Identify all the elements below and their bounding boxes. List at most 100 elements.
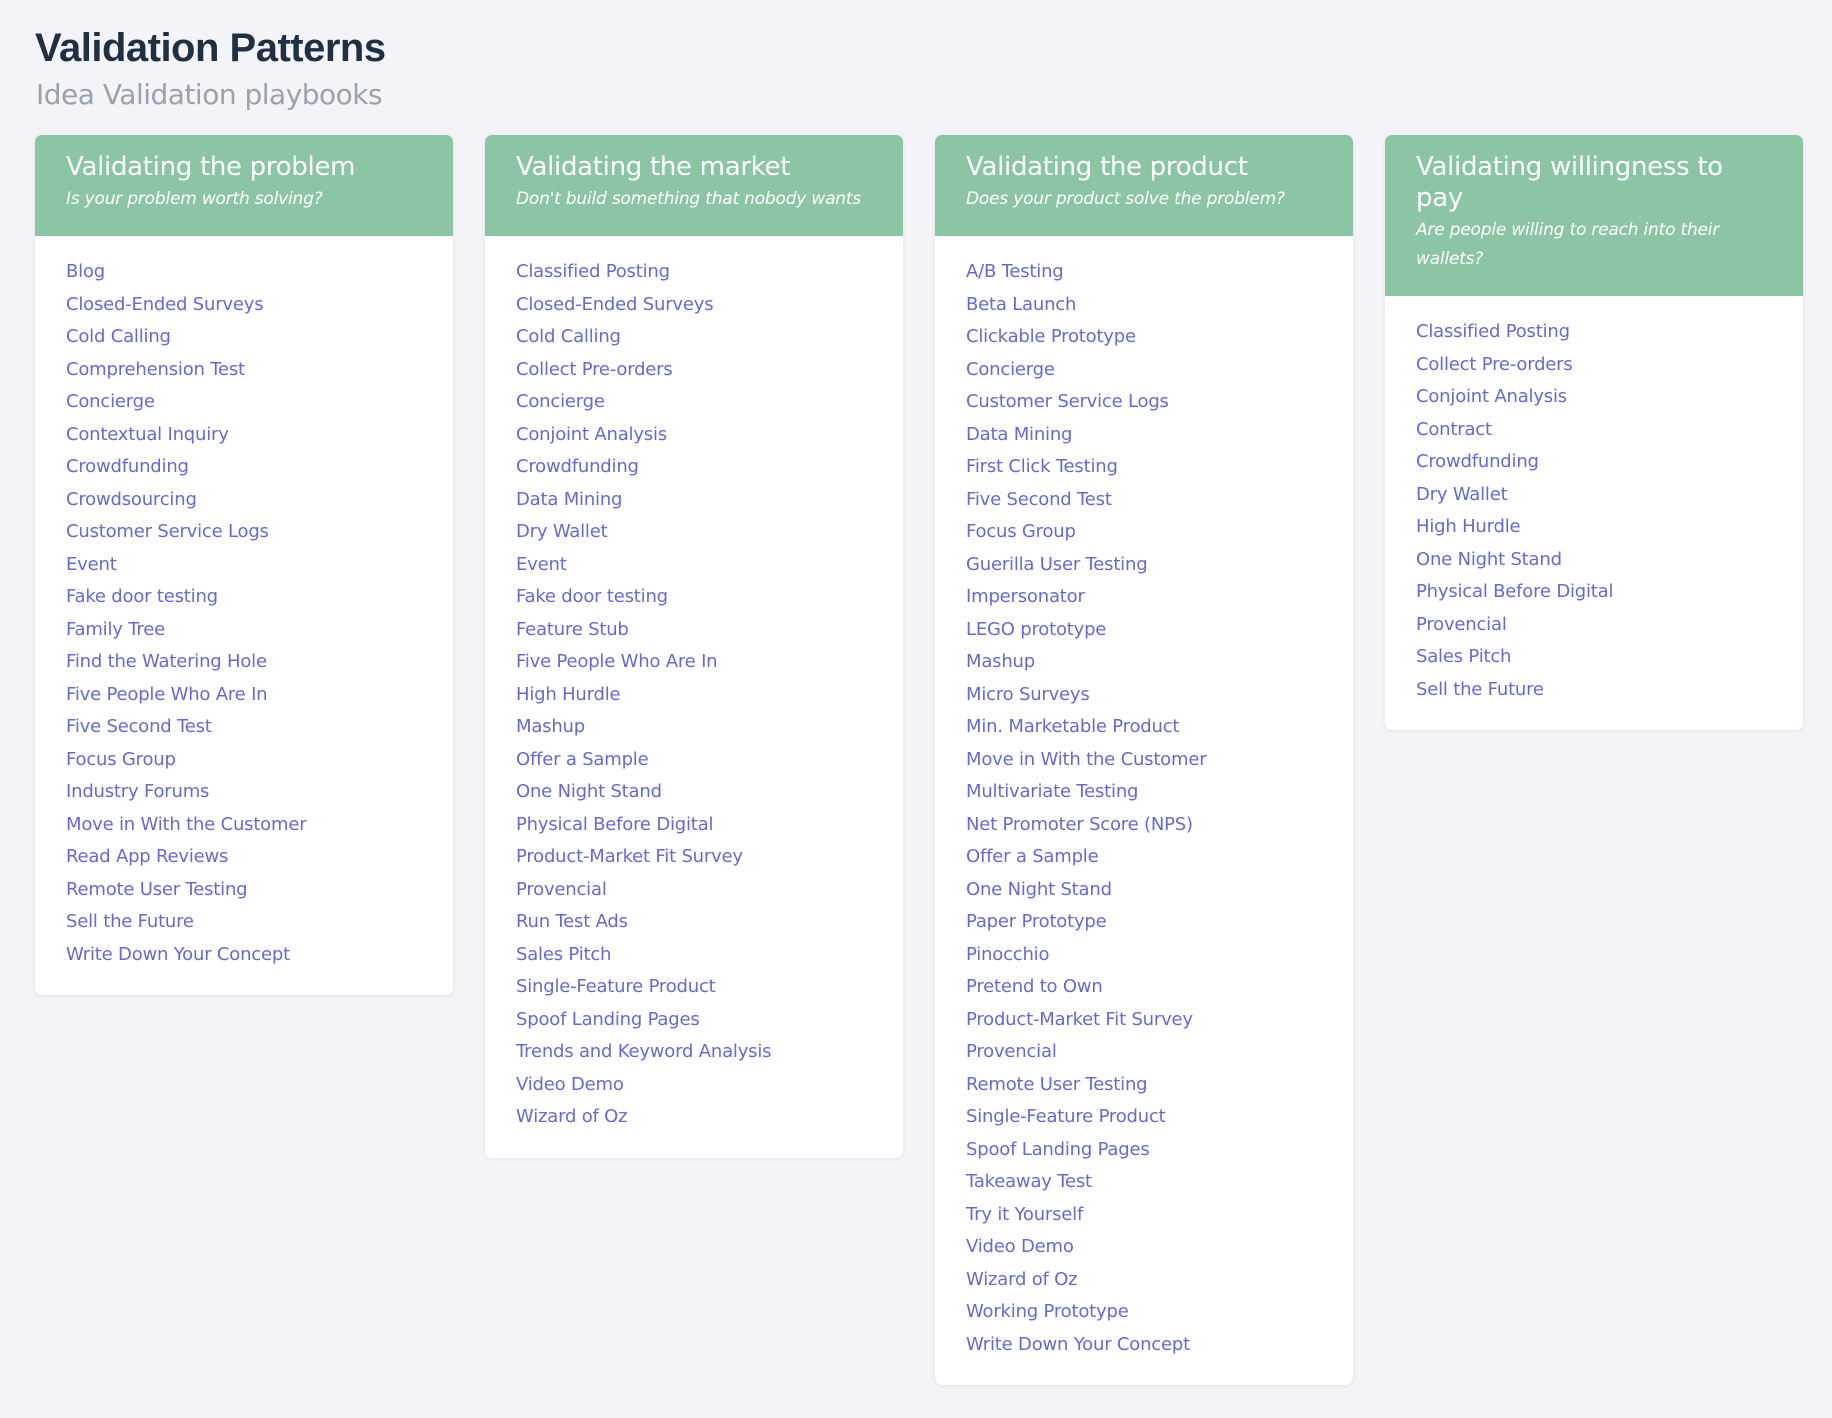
pattern-link[interactable]: Takeaway Test bbox=[966, 1171, 1092, 1192]
pattern-link[interactable]: Contextual Inquiry bbox=[66, 424, 229, 445]
pattern-link[interactable]: Working Prototype bbox=[966, 1301, 1129, 1322]
pattern-link[interactable]: Five Second Test bbox=[66, 716, 212, 737]
pattern-link[interactable]: Video Demo bbox=[966, 1236, 1074, 1257]
pattern-link[interactable]: Fake door testing bbox=[516, 586, 668, 607]
pattern-link[interactable]: Closed-Ended Surveys bbox=[66, 294, 264, 315]
pattern-link[interactable]: Write Down Your Concept bbox=[966, 1334, 1190, 1355]
list-item: Customer Service Logs bbox=[66, 516, 423, 549]
pattern-link[interactable]: Closed-Ended Surveys bbox=[516, 294, 714, 315]
pattern-link[interactable]: Net Promoter Score (NPS) bbox=[966, 814, 1193, 835]
pattern-link[interactable]: Spoof Landing Pages bbox=[516, 1009, 700, 1030]
pattern-link[interactable]: Remote User Testing bbox=[966, 1074, 1148, 1095]
pattern-link[interactable]: Data Mining bbox=[966, 424, 1072, 445]
pattern-link[interactable]: Impersonator bbox=[966, 586, 1085, 607]
list-item: Beta Launch bbox=[966, 289, 1323, 322]
pattern-link[interactable]: Wizard of Oz bbox=[516, 1106, 628, 1127]
pattern-link[interactable]: Five People Who Are In bbox=[516, 651, 718, 672]
list-item: Spoof Landing Pages bbox=[516, 1004, 873, 1037]
pattern-link[interactable]: One Night Stand bbox=[1416, 549, 1562, 570]
pattern-link[interactable]: Crowdfunding bbox=[516, 456, 639, 477]
pattern-link[interactable]: Spoof Landing Pages bbox=[966, 1139, 1150, 1160]
pattern-link[interactable]: Feature Stub bbox=[516, 619, 629, 640]
pattern-link[interactable]: Product-Market Fit Survey bbox=[516, 846, 743, 867]
pattern-link[interactable]: High Hurdle bbox=[1416, 516, 1521, 537]
pattern-link[interactable]: Classified Posting bbox=[1416, 321, 1570, 342]
pattern-link[interactable]: Single-Feature Product bbox=[966, 1106, 1166, 1127]
pattern-link[interactable]: Collect Pre-orders bbox=[516, 359, 673, 380]
pattern-link[interactable]: Read App Reviews bbox=[66, 846, 228, 867]
pattern-list: Classified Posting Collect Pre-orders Conj… bbox=[1385, 296, 1803, 730]
pattern-link[interactable]: Sales Pitch bbox=[1416, 646, 1511, 667]
pattern-link[interactable]: Customer Service Logs bbox=[966, 391, 1169, 412]
pattern-link[interactable]: Micro Surveys bbox=[966, 684, 1090, 705]
pattern-link[interactable]: Sell the Future bbox=[1416, 679, 1544, 700]
pattern-link[interactable]: Offer a Sample bbox=[966, 846, 1099, 867]
pattern-link[interactable]: Crowdfunding bbox=[1416, 451, 1539, 472]
list-item: Guerilla User Testing bbox=[966, 549, 1323, 582]
pattern-link[interactable]: Event bbox=[66, 554, 117, 575]
pattern-link[interactable]: Video Demo bbox=[516, 1074, 624, 1095]
pattern-link[interactable]: Industry Forums bbox=[66, 781, 209, 802]
pattern-link[interactable]: Customer Service Logs bbox=[66, 521, 269, 542]
pattern-link[interactable]: Sell the Future bbox=[66, 911, 194, 932]
pattern-link[interactable]: Family Tree bbox=[66, 619, 165, 640]
pattern-link[interactable]: Try it Yourself bbox=[966, 1204, 1083, 1225]
pattern-link[interactable]: Pretend to Own bbox=[966, 976, 1103, 997]
pattern-link[interactable]: Mashup bbox=[966, 651, 1035, 672]
pattern-link[interactable]: Single-Feature Product bbox=[516, 976, 716, 997]
pattern-link[interactable]: Dry Wallet bbox=[516, 521, 608, 542]
pattern-link[interactable]: Paper Prototype bbox=[966, 911, 1107, 932]
pattern-link[interactable]: Mashup bbox=[516, 716, 585, 737]
pattern-link[interactable]: Move in With the Customer bbox=[66, 814, 307, 835]
pattern-link[interactable]: Crowdsourcing bbox=[66, 489, 197, 510]
pattern-link[interactable]: Provencial bbox=[966, 1041, 1057, 1062]
pattern-link[interactable]: Conjoint Analysis bbox=[516, 424, 667, 445]
pattern-link[interactable]: Focus Group bbox=[966, 521, 1076, 542]
pattern-link[interactable]: Five Second Test bbox=[966, 489, 1112, 510]
pattern-link[interactable]: Event bbox=[516, 554, 567, 575]
pattern-link[interactable]: Clickable Prototype bbox=[966, 326, 1136, 347]
pattern-link[interactable]: One Night Stand bbox=[516, 781, 662, 802]
pattern-link[interactable]: First Click Testing bbox=[966, 456, 1118, 477]
pattern-link[interactable]: Write Down Your Concept bbox=[66, 944, 290, 965]
pattern-link[interactable]: Cold Calling bbox=[66, 326, 171, 347]
pattern-link[interactable]: Multivariate Testing bbox=[966, 781, 1138, 802]
pattern-link[interactable]: Concierge bbox=[516, 391, 605, 412]
pattern-link[interactable]: Find the Watering Hole bbox=[66, 651, 267, 672]
pattern-link[interactable]: Cold Calling bbox=[516, 326, 621, 347]
pattern-link[interactable]: LEGO prototype bbox=[966, 619, 1106, 640]
pattern-link[interactable]: Blog bbox=[66, 261, 105, 282]
pattern-link[interactable]: Fake door testing bbox=[66, 586, 218, 607]
pattern-link[interactable]: Five People Who Are In bbox=[66, 684, 268, 705]
pattern-link[interactable]: Focus Group bbox=[66, 749, 176, 770]
pattern-link[interactable]: Collect Pre-orders bbox=[1416, 354, 1573, 375]
pattern-link[interactable]: Sales Pitch bbox=[516, 944, 611, 965]
pattern-link[interactable]: Provencial bbox=[1416, 614, 1507, 635]
pattern-link[interactable]: Beta Launch bbox=[966, 294, 1076, 315]
pattern-link[interactable]: Remote User Testing bbox=[66, 879, 248, 900]
pattern-link[interactable]: Min. Marketable Product bbox=[966, 716, 1179, 737]
pattern-link[interactable]: Conjoint Analysis bbox=[1416, 386, 1567, 407]
pattern-link[interactable]: High Hurdle bbox=[516, 684, 621, 705]
pattern-link[interactable]: Guerilla User Testing bbox=[966, 554, 1148, 575]
pattern-link[interactable]: Physical Before Digital bbox=[516, 814, 713, 835]
pattern-link[interactable]: Physical Before Digital bbox=[1416, 581, 1613, 602]
pattern-link[interactable]: One Night Stand bbox=[966, 879, 1112, 900]
pattern-link[interactable]: Concierge bbox=[966, 359, 1055, 380]
pattern-link[interactable]: Classified Posting bbox=[516, 261, 670, 282]
pattern-link[interactable]: Offer a Sample bbox=[516, 749, 649, 770]
pattern-link[interactable]: Move in With the Customer bbox=[966, 749, 1207, 770]
pattern-link[interactable]: Trends and Keyword Analysis bbox=[516, 1041, 772, 1062]
pattern-link[interactable]: Product-Market Fit Survey bbox=[966, 1009, 1193, 1030]
pattern-link[interactable]: Run Test Ads bbox=[516, 911, 628, 932]
pattern-link[interactable]: Data Mining bbox=[516, 489, 622, 510]
pattern-link[interactable]: Dry Wallet bbox=[1416, 484, 1508, 505]
pattern-link[interactable]: Contract bbox=[1416, 419, 1492, 440]
pattern-link[interactable]: Comprehension Test bbox=[66, 359, 245, 380]
pattern-link[interactable]: Concierge bbox=[66, 391, 155, 412]
pattern-link[interactable]: Pinocchio bbox=[966, 944, 1049, 965]
pattern-link[interactable]: Wizard of Oz bbox=[966, 1269, 1078, 1290]
pattern-link[interactable]: Crowdfunding bbox=[66, 456, 189, 477]
pattern-link[interactable]: A/B Testing bbox=[966, 261, 1064, 282]
pattern-link[interactable]: Provencial bbox=[516, 879, 607, 900]
